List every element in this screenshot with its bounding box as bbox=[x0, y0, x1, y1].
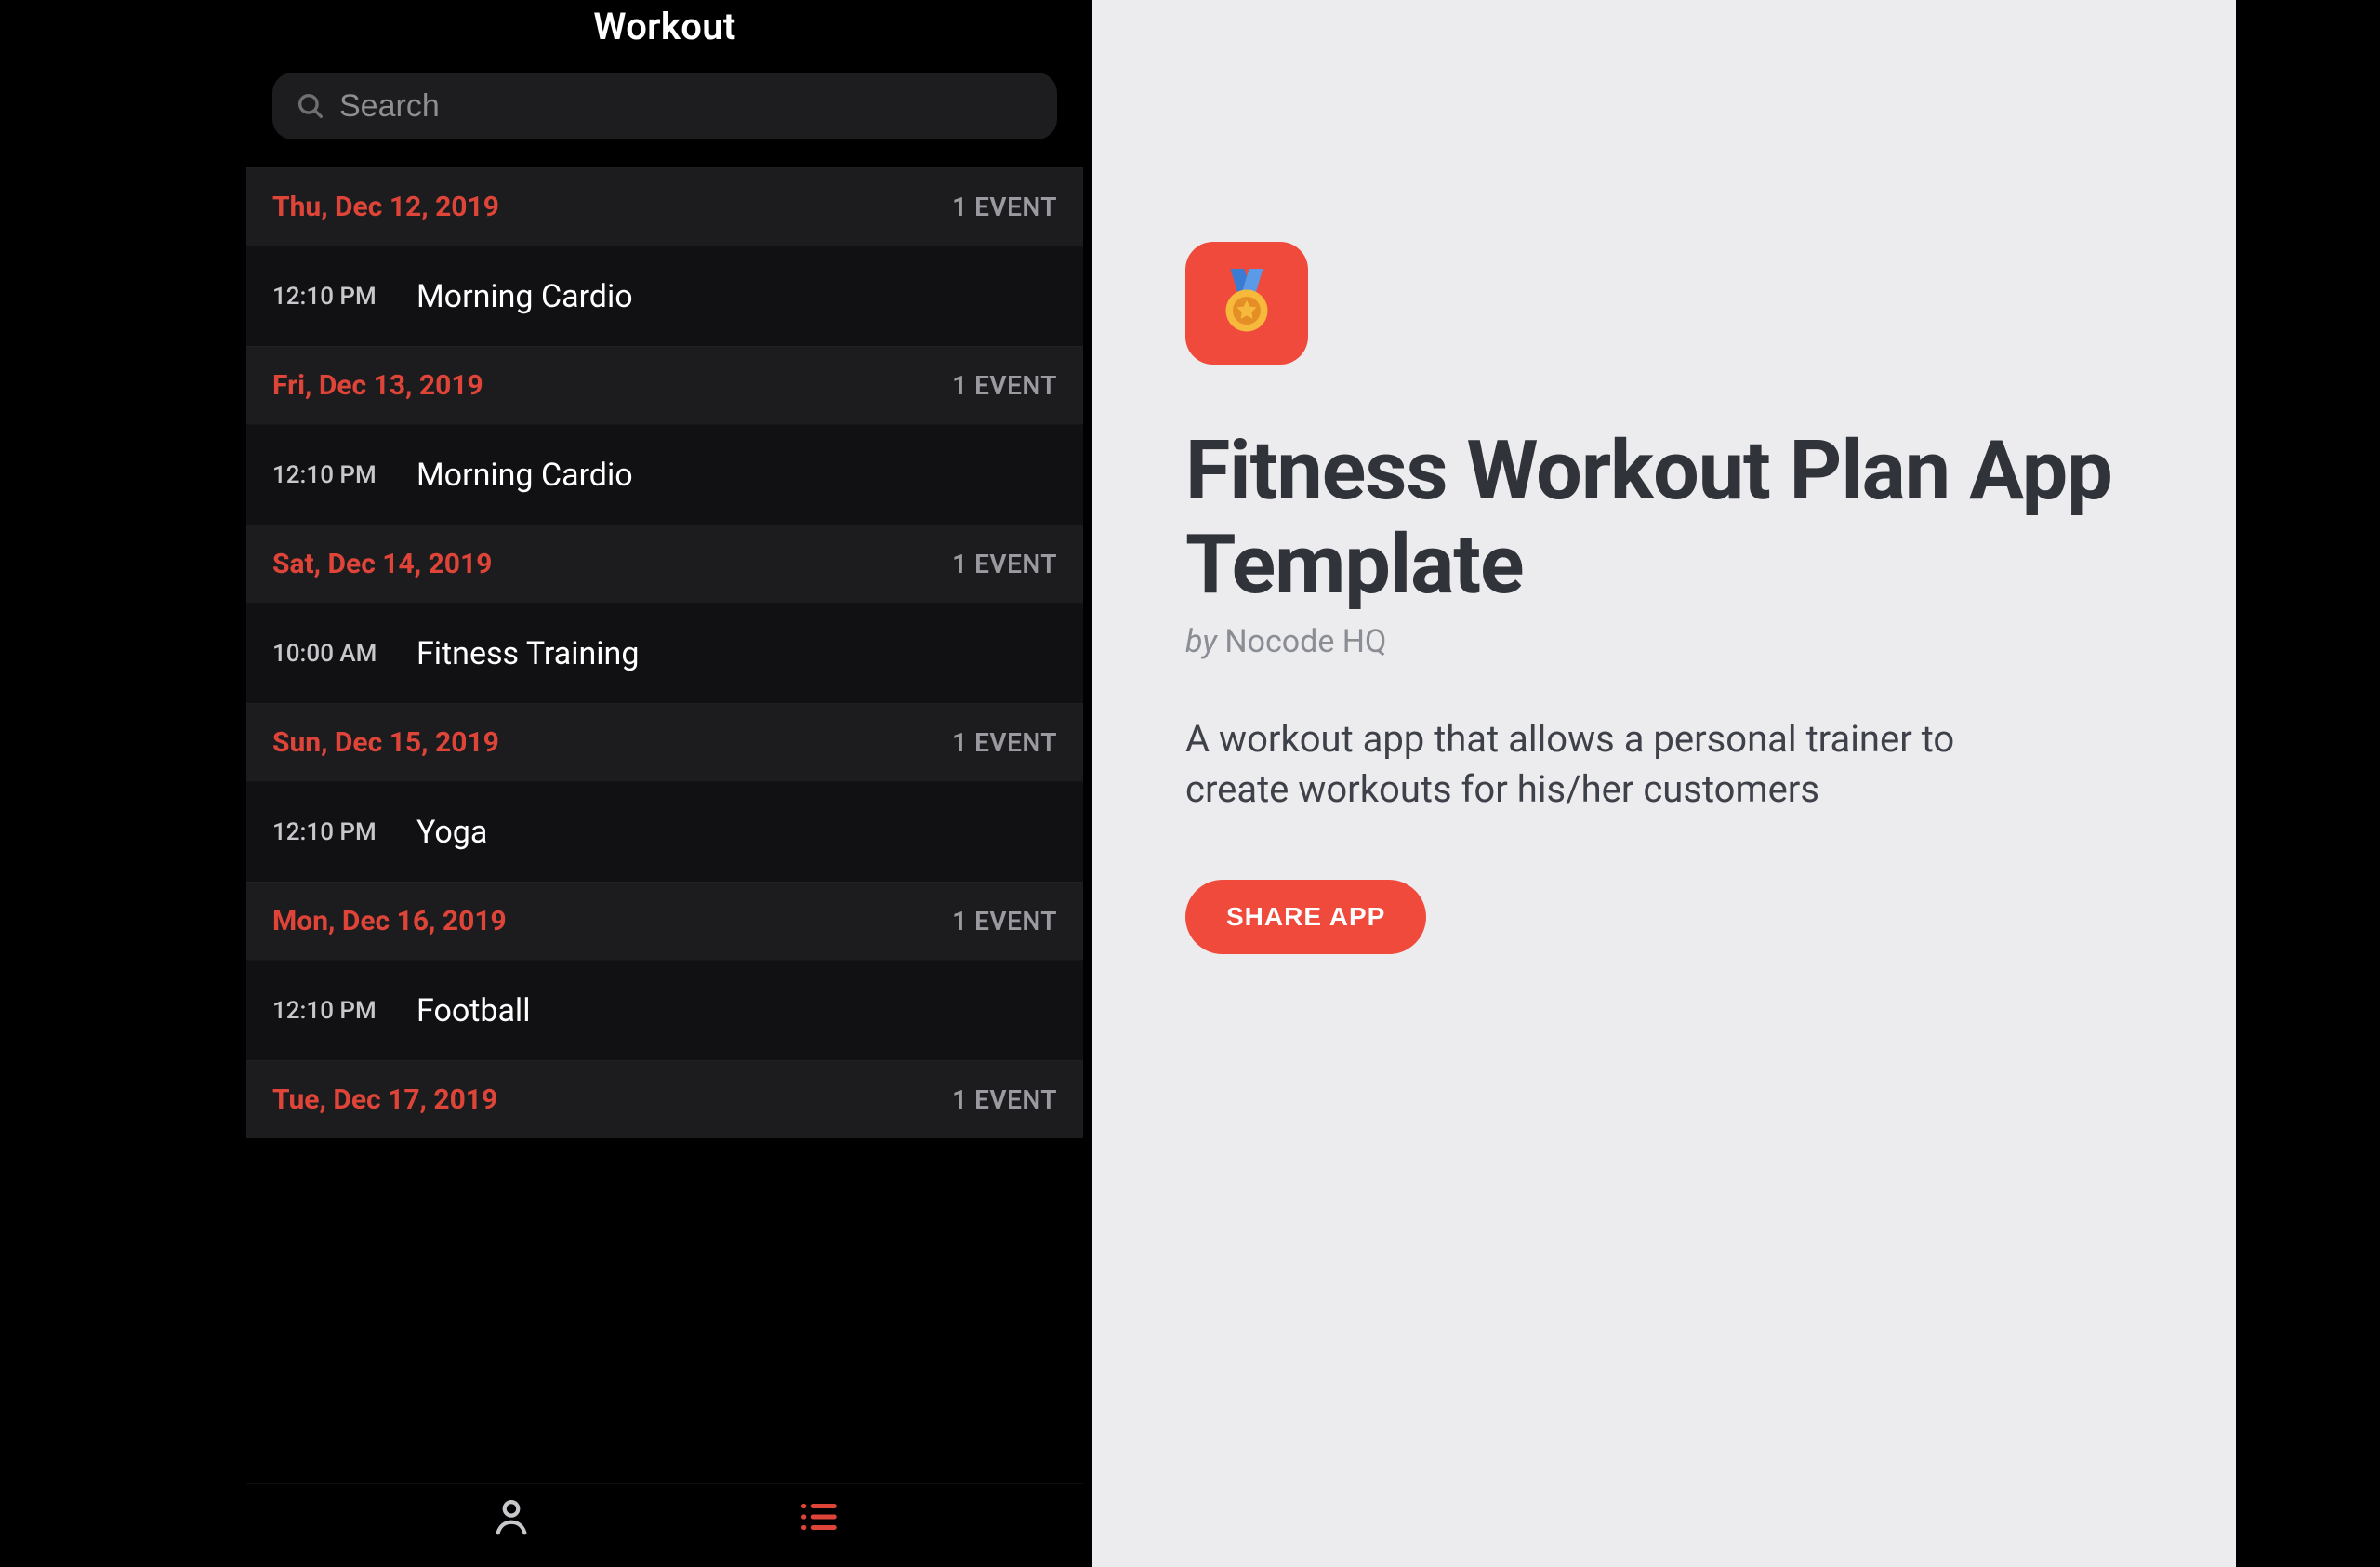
person-icon[interactable] bbox=[490, 1495, 533, 1538]
day-header[interactable]: Fri, Dec 13, 2019 1 EVENT bbox=[246, 346, 1083, 424]
app-icon bbox=[1185, 242, 1308, 365]
day-event-count: 1 EVENT bbox=[952, 192, 1057, 222]
event-row[interactable]: 12:10 PMMorning Cardio bbox=[246, 424, 1083, 525]
event-time: 12:10 PM bbox=[272, 997, 416, 1025]
screen-title: Workout bbox=[246, 5, 1083, 48]
workout-list[interactable]: Thu, Dec 12, 20191 EVENT12:10 PMMorning … bbox=[246, 167, 1083, 1483]
day-header[interactable]: Thu, Dec 12, 2019 1 EVENT bbox=[246, 167, 1083, 246]
by-prefix: by bbox=[1185, 623, 1224, 660]
medal-icon bbox=[1210, 264, 1284, 342]
event-row[interactable]: 10:00 AMFitness Training bbox=[246, 603, 1083, 703]
day-event-count: 1 EVENT bbox=[952, 727, 1057, 758]
list-icon[interactable] bbox=[797, 1495, 840, 1538]
search-field[interactable] bbox=[272, 73, 1057, 139]
event-row[interactable]: 12:10 PMYoga bbox=[246, 781, 1083, 882]
byline: by Nocode HQ bbox=[1185, 623, 2143, 660]
phone-preview-column: Workout Thu, Dec 12, 20191 EVENT12:10 bbox=[144, 0, 1092, 1567]
event-row[interactable]: 12:10 PMMorning Cardio bbox=[246, 246, 1083, 346]
phone-frame: Workout Thu, Dec 12, 20191 EVENT12:10 bbox=[246, 0, 1083, 1567]
screen-header: Workout bbox=[246, 0, 1083, 48]
event-time: 10:00 AM bbox=[272, 640, 416, 668]
day-event-count: 1 EVENT bbox=[952, 1084, 1057, 1115]
day-header[interactable]: Mon, Dec 16, 2019 1 EVENT bbox=[246, 882, 1083, 960]
event-name: Morning Cardio bbox=[416, 457, 633, 494]
day-header[interactable]: Tue, Dec 17, 2019 1 EVENT bbox=[246, 1060, 1083, 1138]
day-date: Mon, Dec 16, 2019 bbox=[272, 905, 507, 937]
day-event-count: 1 EVENT bbox=[952, 370, 1057, 401]
template-title: Fitness Workout Plan App Template bbox=[1185, 424, 2143, 612]
event-time: 12:10 PM bbox=[272, 818, 416, 846]
day-date: Tue, Dec 17, 2019 bbox=[272, 1083, 497, 1116]
event-name: Fitness Training bbox=[416, 635, 639, 672]
day-header[interactable]: Sat, Dec 14, 2019 1 EVENT bbox=[246, 525, 1083, 603]
search-input[interactable] bbox=[339, 88, 1035, 125]
day-date: Thu, Dec 12, 2019 bbox=[272, 191, 499, 223]
day-event-count: 1 EVENT bbox=[952, 549, 1057, 579]
template-description: A workout app that allows a personal tra… bbox=[1185, 714, 2003, 815]
share-app-button[interactable]: SHARE APP bbox=[1185, 880, 1426, 954]
day-header[interactable]: Sun, Dec 15, 2019 1 EVENT bbox=[246, 703, 1083, 781]
day-date: Sat, Dec 14, 2019 bbox=[272, 548, 492, 580]
day-date: Fri, Dec 13, 2019 bbox=[272, 369, 483, 402]
author-name: Nocode HQ bbox=[1224, 623, 1386, 660]
event-name: Football bbox=[416, 992, 530, 1029]
day-date: Sun, Dec 15, 2019 bbox=[272, 726, 499, 759]
event-time: 12:10 PM bbox=[272, 283, 416, 311]
event-name: Morning Cardio bbox=[416, 278, 633, 315]
event-time: 12:10 PM bbox=[272, 461, 416, 489]
event-row[interactable]: 12:10 PMFootball bbox=[246, 960, 1083, 1060]
day-event-count: 1 EVENT bbox=[952, 906, 1057, 936]
info-panel: Fitness Workout Plan App Template by Noc… bbox=[1092, 0, 2236, 1567]
event-name: Yoga bbox=[416, 814, 487, 851]
search-icon bbox=[295, 90, 326, 122]
tab-bar bbox=[246, 1483, 1083, 1567]
